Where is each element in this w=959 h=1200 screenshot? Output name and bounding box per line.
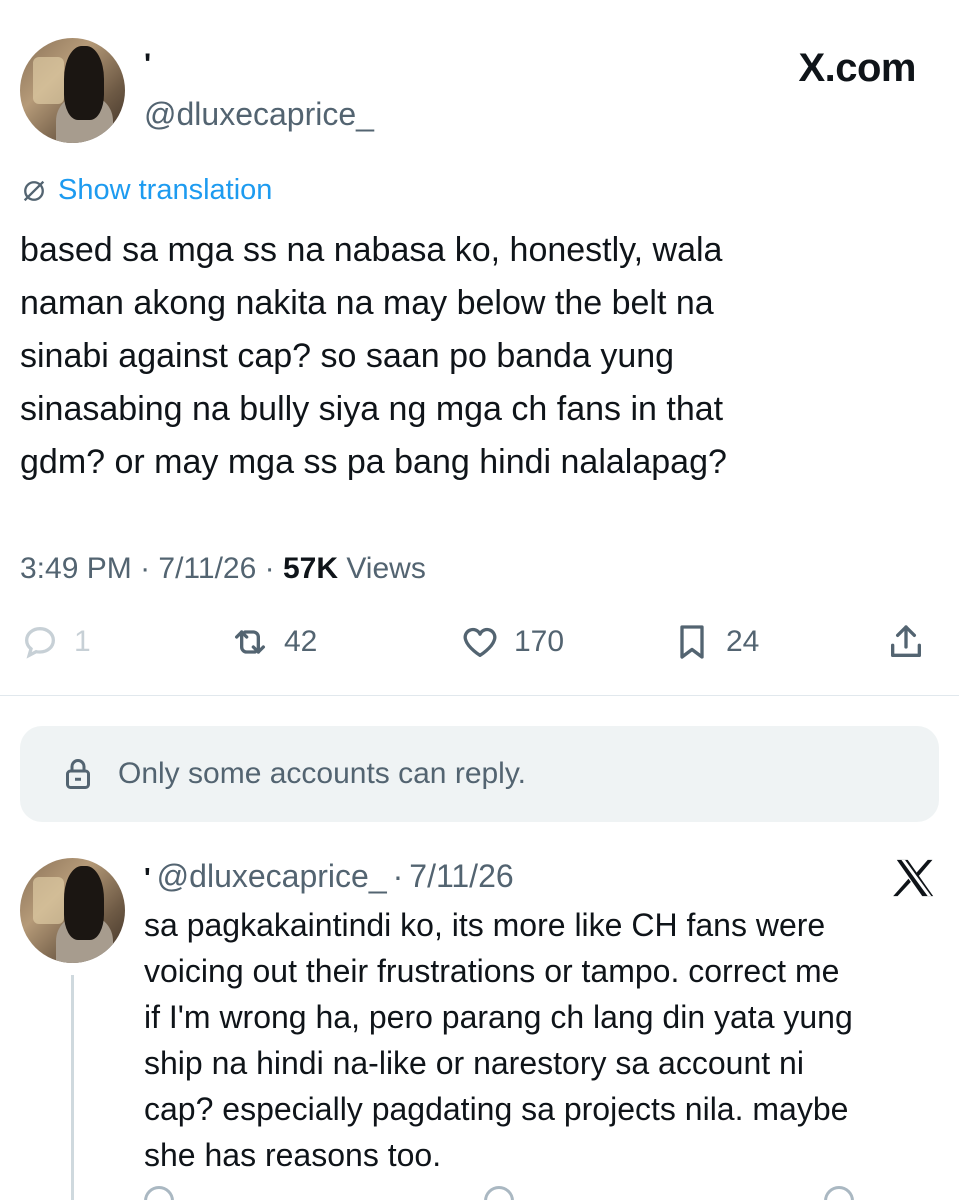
reply-icon xyxy=(24,626,56,659)
display-name[interactable]: ' xyxy=(144,48,151,82)
repost-count: 42 xyxy=(284,625,318,658)
reply-separator: · xyxy=(392,858,404,894)
reply-restriction-label: Only some accounts can reply. xyxy=(118,757,526,790)
bookmark-icon xyxy=(680,625,704,659)
like-icon xyxy=(463,627,497,657)
tweet-text: based sa mga ss na nabasa ko, honestly, … xyxy=(20,231,727,481)
reply-like-icon[interactable] xyxy=(484,1186,514,1200)
reply-text: sa pagkakaintindi ko, its more like CH f… xyxy=(144,907,853,1173)
share-button[interactable] xyxy=(886,622,926,662)
tweet-date[interactable]: 7/11/26 xyxy=(158,552,256,585)
like-count: 170 xyxy=(514,625,565,658)
thread-line xyxy=(71,975,74,1200)
share-icon xyxy=(891,625,921,657)
x-logo-icon xyxy=(893,859,934,897)
tweet-time[interactable]: 3:49 PM xyxy=(20,552,132,585)
reply-action-bar xyxy=(144,1186,934,1200)
repost-icon xyxy=(235,630,265,654)
views-label: Views xyxy=(346,552,426,585)
action-bar: 1 42 170 24 xyxy=(20,622,939,678)
reply-restriction-notice: Only some accounts can reply. xyxy=(20,726,939,822)
bookmark-button[interactable]: 24 xyxy=(672,622,759,662)
translate-icon xyxy=(23,180,45,201)
reply-avatar[interactable] xyxy=(20,858,125,963)
reply-header: ' @dluxecaprice_ · 7/11/26 xyxy=(144,858,514,895)
reply-bookmark-icon[interactable] xyxy=(824,1186,854,1200)
repost-button[interactable]: 42 xyxy=(230,622,317,662)
tweet-meta: 3:49 PM · 7/11/26 · 57K Views xyxy=(20,552,426,585)
avatar[interactable] xyxy=(20,38,125,143)
like-button[interactable]: 170 xyxy=(460,622,564,662)
brand-watermark: X.com xyxy=(798,46,916,90)
reply-count: 1 xyxy=(74,625,91,658)
show-translation-label: Show translation xyxy=(58,174,273,206)
divider xyxy=(0,695,959,696)
lock-icon xyxy=(66,759,90,789)
reply-date[interactable]: 7/11/26 xyxy=(409,858,513,895)
reply-button[interactable]: 1 xyxy=(20,622,91,662)
reply-reply-icon[interactable] xyxy=(144,1186,174,1200)
show-translation-link[interactable]: Show translation xyxy=(20,174,272,207)
user-handle[interactable]: @dluxecaprice_ xyxy=(144,96,374,133)
views-count: 57K xyxy=(282,552,338,585)
reply-handle[interactable]: @dluxecaprice_ xyxy=(157,858,387,895)
reply-display-name[interactable]: ' xyxy=(144,862,151,894)
bookmark-count: 24 xyxy=(726,625,760,658)
